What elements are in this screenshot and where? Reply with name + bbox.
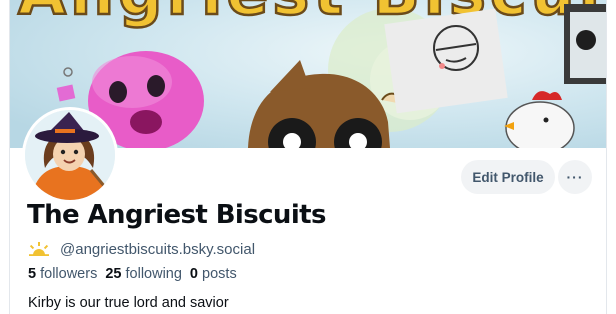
framed-picture [564, 4, 606, 84]
more-options-button[interactable]: ··· [558, 160, 592, 194]
posts-label: posts [202, 266, 237, 282]
followers-stat[interactable]: 5 followers [28, 266, 97, 282]
posts-count: 0 [189, 266, 198, 282]
banner-title-text: Angriest Biscuits [18, 0, 606, 29]
following-stat[interactable]: 25 following [105, 266, 182, 282]
followers-label: followers [40, 266, 98, 282]
edit-profile-button[interactable]: Edit Profile [461, 160, 555, 194]
profile-avatar[interactable] [22, 107, 118, 203]
avatar-image [25, 110, 115, 200]
display-name: The Angriest Biscuits [27, 200, 326, 230]
sketch-drawing [384, 8, 508, 114]
profile-handle[interactable]: @angriestbiscuits.bsky.social [60, 241, 255, 258]
followers-count: 5 [28, 266, 37, 282]
sunrise-icon [29, 242, 49, 256]
right-border [606, 0, 607, 314]
profile-screen: Angriest Biscuits [0, 0, 616, 314]
handle-row: @angriestbiscuits.bsky.social [29, 239, 255, 259]
left-border [9, 0, 10, 314]
following-label: following [125, 266, 182, 282]
profile-bio: Kirby is our true lord and savior [28, 295, 229, 311]
following-count: 25 [105, 266, 122, 282]
posts-stat: 0 posts [190, 266, 237, 282]
profile-stats: 5 followers 25 following 0 posts [28, 266, 237, 282]
